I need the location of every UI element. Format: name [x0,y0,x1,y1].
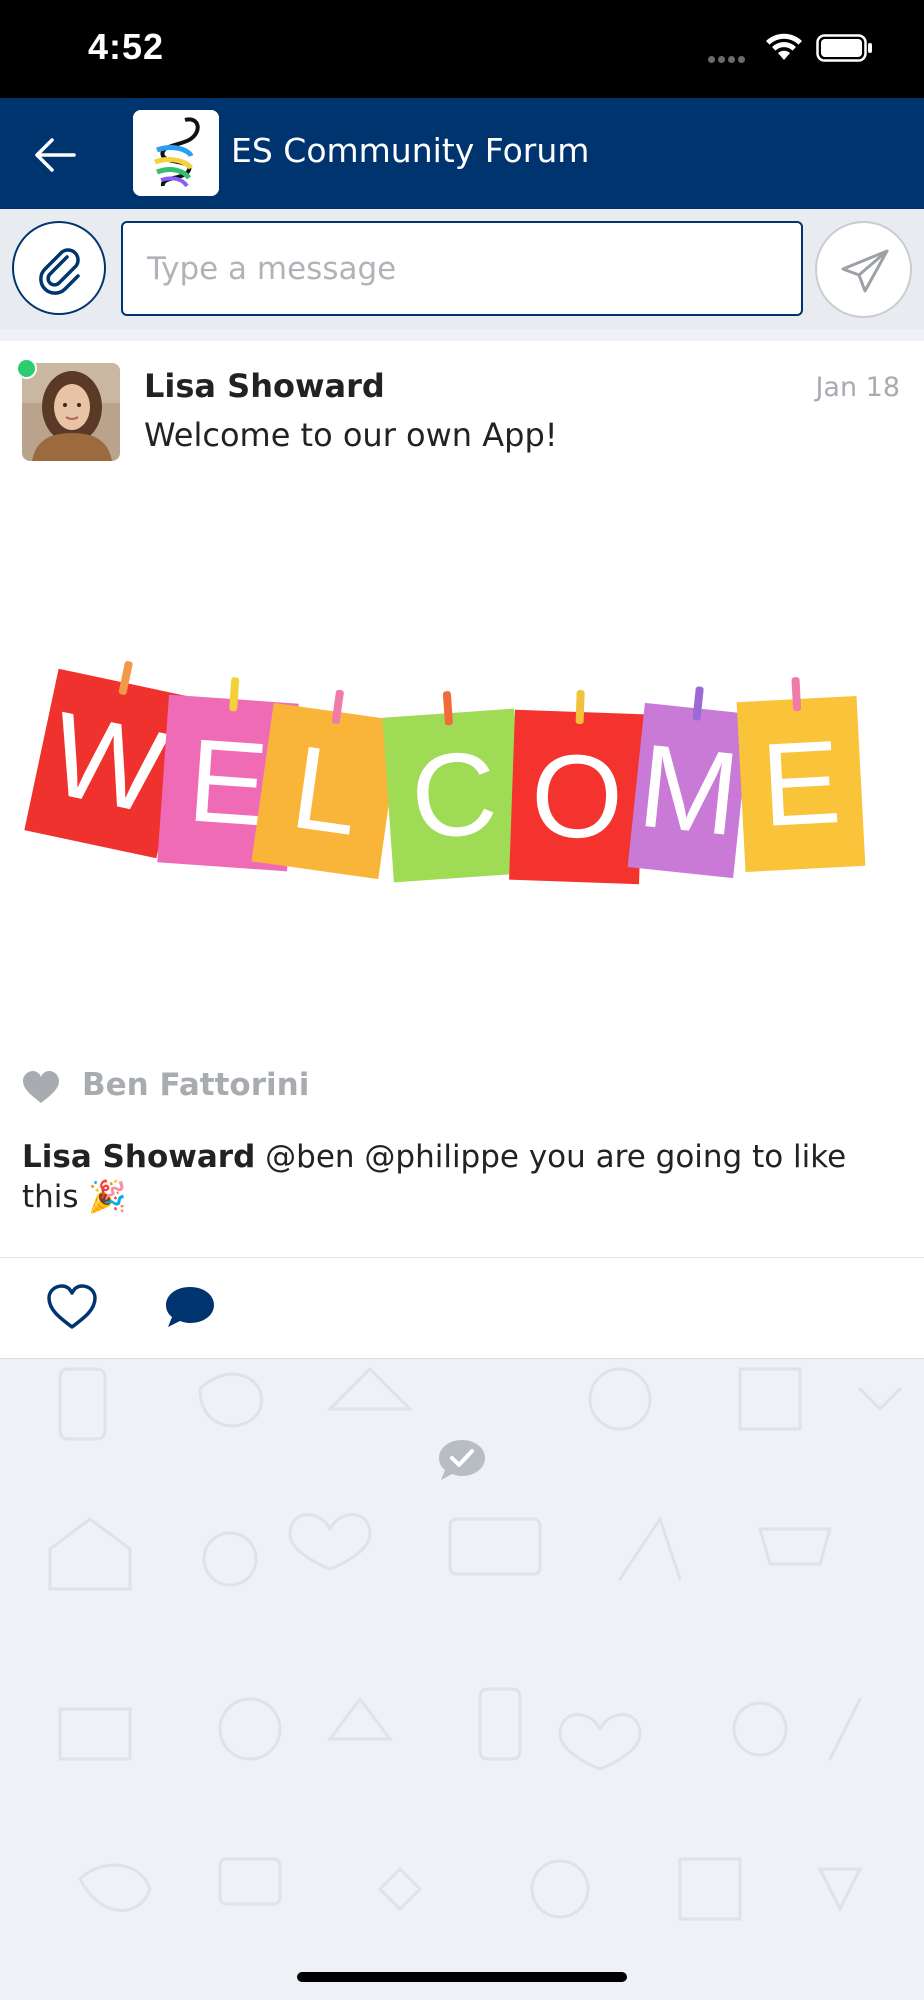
online-status-dot [16,358,37,379]
speech-bubble-icon [166,1287,214,1327]
battery-icon [816,34,872,62]
welcome-card-letter: O [529,729,625,864]
message-input[interactable] [121,221,803,316]
app-header: ES Community Forum [0,98,924,209]
attach-button[interactable] [12,221,106,315]
cellular-signal-icon [708,48,748,67]
welcome-banner-image[interactable]: WELCOME [0,581,924,1121]
arrow-left-icon [35,138,76,172]
header-title: ES Community Forum [231,131,590,170]
check-bubble-icon [439,1440,485,1480]
card-divider [0,1257,924,1258]
paperclip-icon [39,248,80,295]
heart-outline-icon [47,1284,97,1329]
post-card: Lisa Showard Jan 18 Welcome to our own A… [0,341,924,1359]
wifi-icon [766,33,802,60]
paper-plane-icon [841,249,889,293]
post-date: Jan 18 [815,372,900,403]
liked-by-name[interactable]: Ben Fattorini [82,1067,309,1103]
welcome-card: M [627,686,751,879]
welcome-card-letter: E [758,716,844,852]
send-button[interactable] [815,221,912,318]
avatar[interactable] [22,363,120,461]
comment-author[interactable]: Lisa Showard [22,1139,255,1175]
welcome-card-letter: C [407,727,501,865]
status-time: 4:52 [88,26,165,67]
post-text: Welcome to our own App! [144,416,558,454]
status-bar: 4:52 [0,0,924,98]
welcome-card: L [251,689,401,880]
message-composer [0,209,924,329]
welcome-card-letter: M [633,720,745,862]
welcome-card: O [509,690,645,885]
heart-filled-icon [23,1071,59,1103]
welcome-card: E [736,677,866,873]
back-button[interactable] [30,130,80,180]
welcome-card: C [382,691,526,883]
comment-button[interactable] [162,1283,218,1331]
post-author[interactable]: Lisa Showard [144,367,385,405]
like-button[interactable] [44,1281,100,1333]
forum-logo [133,110,219,196]
home-indicator [297,1972,627,1982]
comment: Lisa Showard @ben @philippe you are goin… [22,1137,892,1217]
